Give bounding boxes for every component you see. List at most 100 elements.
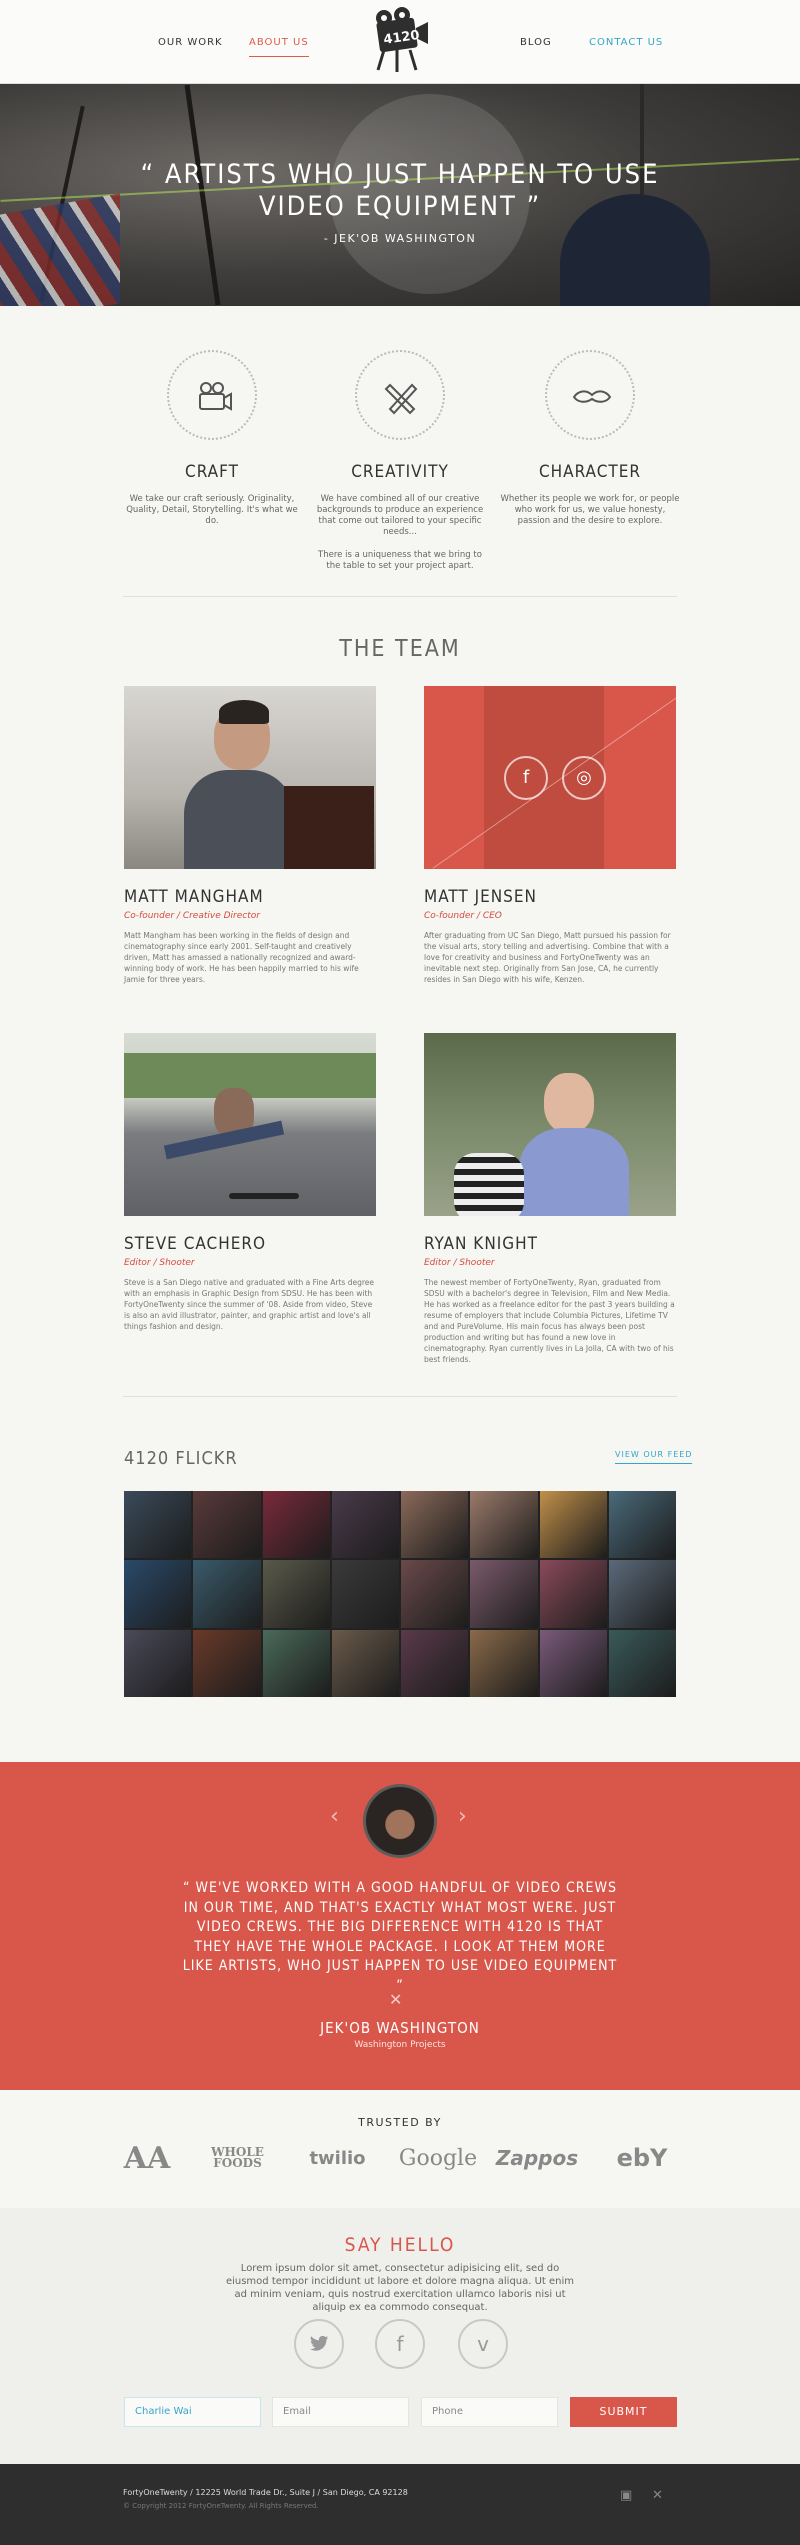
- video-camera-icon: [199, 382, 232, 411]
- flickr-photo[interactable]: [608, 1560, 676, 1628]
- testimonial-quote: “ WE'VE WORKED WITH A GOOD HANDFUL OF VI…: [182, 1880, 618, 1994]
- view-feed-link[interactable]: VIEW OUR FEED: [615, 1450, 693, 1464]
- camera-logo-icon[interactable]: ▣: [620, 2488, 632, 2503]
- feature-creativity: CREATIVITY We have combined all of our c…: [310, 350, 490, 572]
- crossed-tools-icon: ✕: [389, 1990, 403, 2009]
- section-divider: [123, 1396, 677, 1397]
- chevron-right-icon[interactable]: ›: [458, 1804, 467, 1829]
- hero-quote: “ ARTISTS WHO JUST HAPPEN TO USE VIDEO E…: [0, 159, 800, 223]
- flickr-photo[interactable]: [193, 1629, 261, 1697]
- flickr-photo[interactable]: [331, 1560, 399, 1628]
- twitter-icon[interactable]: [294, 2319, 344, 2369]
- member-photo-hover[interactable]: f ◎: [424, 686, 676, 869]
- member-role: Co-founder / Creative Director: [124, 911, 260, 921]
- facebook-icon[interactable]: f: [375, 2319, 425, 2369]
- member-role: Co-founder / CEO: [424, 911, 502, 921]
- member-bio: After graduating from UC San Diego, Matt…: [424, 931, 671, 984]
- member-bio: Steve is a San Diego native and graduate…: [124, 1278, 374, 1331]
- skateboard: [229, 1193, 299, 1199]
- client-logo-google: Google: [398, 2145, 478, 2171]
- nav-blog[interactable]: BLOG: [520, 37, 552, 48]
- member-name: STEVE CACHERO: [124, 1234, 267, 1254]
- hero-banner: “ ARTISTS WHO JUST HAPPEN TO USE VIDEO E…: [0, 84, 800, 306]
- submit-button[interactable]: SUBMIT: [570, 2397, 677, 2427]
- flickr-photo[interactable]: [470, 1491, 538, 1559]
- member-role: Editor / Shooter: [124, 1258, 195, 1268]
- member-photo[interactable]: [124, 1033, 376, 1216]
- flickr-photo[interactable]: [124, 1491, 192, 1559]
- chevron-left-icon[interactable]: ‹: [330, 1804, 339, 1829]
- nav-our-work[interactable]: OUR WORK: [158, 37, 223, 48]
- hero-byline: - JEK'OB WASHINGTON: [323, 232, 477, 245]
- flickr-photo[interactable]: [262, 1629, 330, 1697]
- camera-logo-icon[interactable]: 4120: [370, 6, 430, 74]
- flickr-photo[interactable]: [124, 1629, 192, 1697]
- team-member-card: MATT MANGHAM Co-founder / Creative Direc…: [124, 686, 376, 985]
- member-shirt: [519, 1128, 629, 1216]
- member-hair: [219, 700, 269, 724]
- feature-text-extra: There is a uniqueness that we bring to t…: [318, 550, 482, 571]
- instagram-icon[interactable]: ◎: [562, 756, 606, 800]
- nav-contact-us[interactable]: CONTACT US: [589, 37, 663, 48]
- member-photo[interactable]: [124, 686, 376, 869]
- testimonial-name: JEK'OB WASHINGTON: [320, 2019, 480, 2037]
- flickr-photo[interactable]: [193, 1560, 261, 1628]
- email-field[interactable]: Email: [272, 2397, 409, 2427]
- feature-icon-ring: [545, 350, 635, 440]
- client-logo-whole-foods: WHOLE FOODS: [211, 2145, 264, 2170]
- child-striped-shirt: [454, 1153, 524, 1216]
- testimonial-section: ‹ › “ WE'VE WORKED WITH A GOOD HANDFUL O…: [0, 1762, 800, 2090]
- flickr-photo[interactable]: [539, 1491, 607, 1559]
- feature-text: We take our craft seriously. Originality…: [126, 494, 298, 526]
- trusted-title: TRUSTED BY: [358, 2116, 442, 2129]
- flickr-photo[interactable]: [193, 1491, 261, 1559]
- contact-title: SAY HELLO: [344, 2234, 456, 2256]
- team-member-card: RYAN KNIGHT Editor / Shooter The newest …: [424, 1033, 676, 1365]
- member-bio: Matt Mangham has been working in the fie…: [124, 931, 359, 984]
- site-footer: FortyOneTwenty / 12225 World Trade Dr., …: [0, 2464, 800, 2545]
- flickr-photo[interactable]: [539, 1629, 607, 1697]
- flickr-photo[interactable]: [401, 1491, 469, 1559]
- site-header: OUR WORK ABOUT US BLOG CONTACT US 4120: [0, 0, 800, 84]
- flickr-photo[interactable]: [539, 1560, 607, 1628]
- flickr-photo[interactable]: [262, 1560, 330, 1628]
- team-member-card: STEVE CACHERO Editor / Shooter Steve is …: [124, 1033, 376, 1332]
- feature-icon-ring: [355, 350, 445, 440]
- member-photo[interactable]: [424, 1033, 676, 1216]
- vimeo-icon[interactable]: v: [458, 2319, 508, 2369]
- member-name: MATT JENSEN: [424, 887, 537, 907]
- facebook-icon[interactable]: f: [504, 756, 548, 800]
- photo-trees: [124, 1053, 376, 1098]
- crossed-tools-icon[interactable]: ✕: [652, 2488, 663, 2503]
- name-field[interactable]: Charlie Wai: [124, 2397, 261, 2427]
- feature-title: CRAFT: [185, 462, 239, 482]
- phone-field[interactable]: Phone: [421, 2397, 558, 2427]
- contact-text: Lorem ipsum dolor sit amet, consectetur …: [225, 2263, 575, 2313]
- hero-quote-line: “ ARTISTS WHO JUST HAPPEN TO USE: [140, 159, 660, 190]
- team-member-card: f ◎ MATT JENSEN Co-founder / CEO After g…: [424, 686, 676, 985]
- flickr-photo[interactable]: [401, 1629, 469, 1697]
- feature-character: CHARACTER Whether its people we work for…: [500, 350, 680, 527]
- member-name: MATT MANGHAM: [124, 887, 264, 907]
- feature-text: We have combined all of our creative bac…: [316, 494, 484, 537]
- nav-about-us[interactable]: ABOUT US: [249, 37, 309, 57]
- flickr-photo[interactable]: [331, 1629, 399, 1697]
- pencil-ruler-icon: [384, 383, 418, 415]
- feature-icon-ring: [167, 350, 257, 440]
- flickr-photo[interactable]: [470, 1560, 538, 1628]
- flickr-photo[interactable]: [331, 1491, 399, 1559]
- flickr-photo[interactable]: [608, 1491, 676, 1559]
- member-shirt: [184, 770, 294, 869]
- flickr-photo[interactable]: [262, 1491, 330, 1559]
- mustache-icon: [572, 390, 612, 403]
- member-role: Editor / Shooter: [424, 1258, 495, 1268]
- flickr-photo[interactable]: [470, 1629, 538, 1697]
- flickr-photo[interactable]: [401, 1560, 469, 1628]
- flickr-photo[interactable]: [124, 1560, 192, 1628]
- flickr-photo[interactable]: [608, 1629, 676, 1697]
- client-logo-ebay: ebY: [616, 2144, 668, 2172]
- feature-title: CHARACTER: [538, 462, 642, 482]
- testimonial-avatar: [363, 1784, 437, 1858]
- feature-title: CREATIVITY: [351, 462, 449, 482]
- member-chair: [284, 786, 374, 869]
